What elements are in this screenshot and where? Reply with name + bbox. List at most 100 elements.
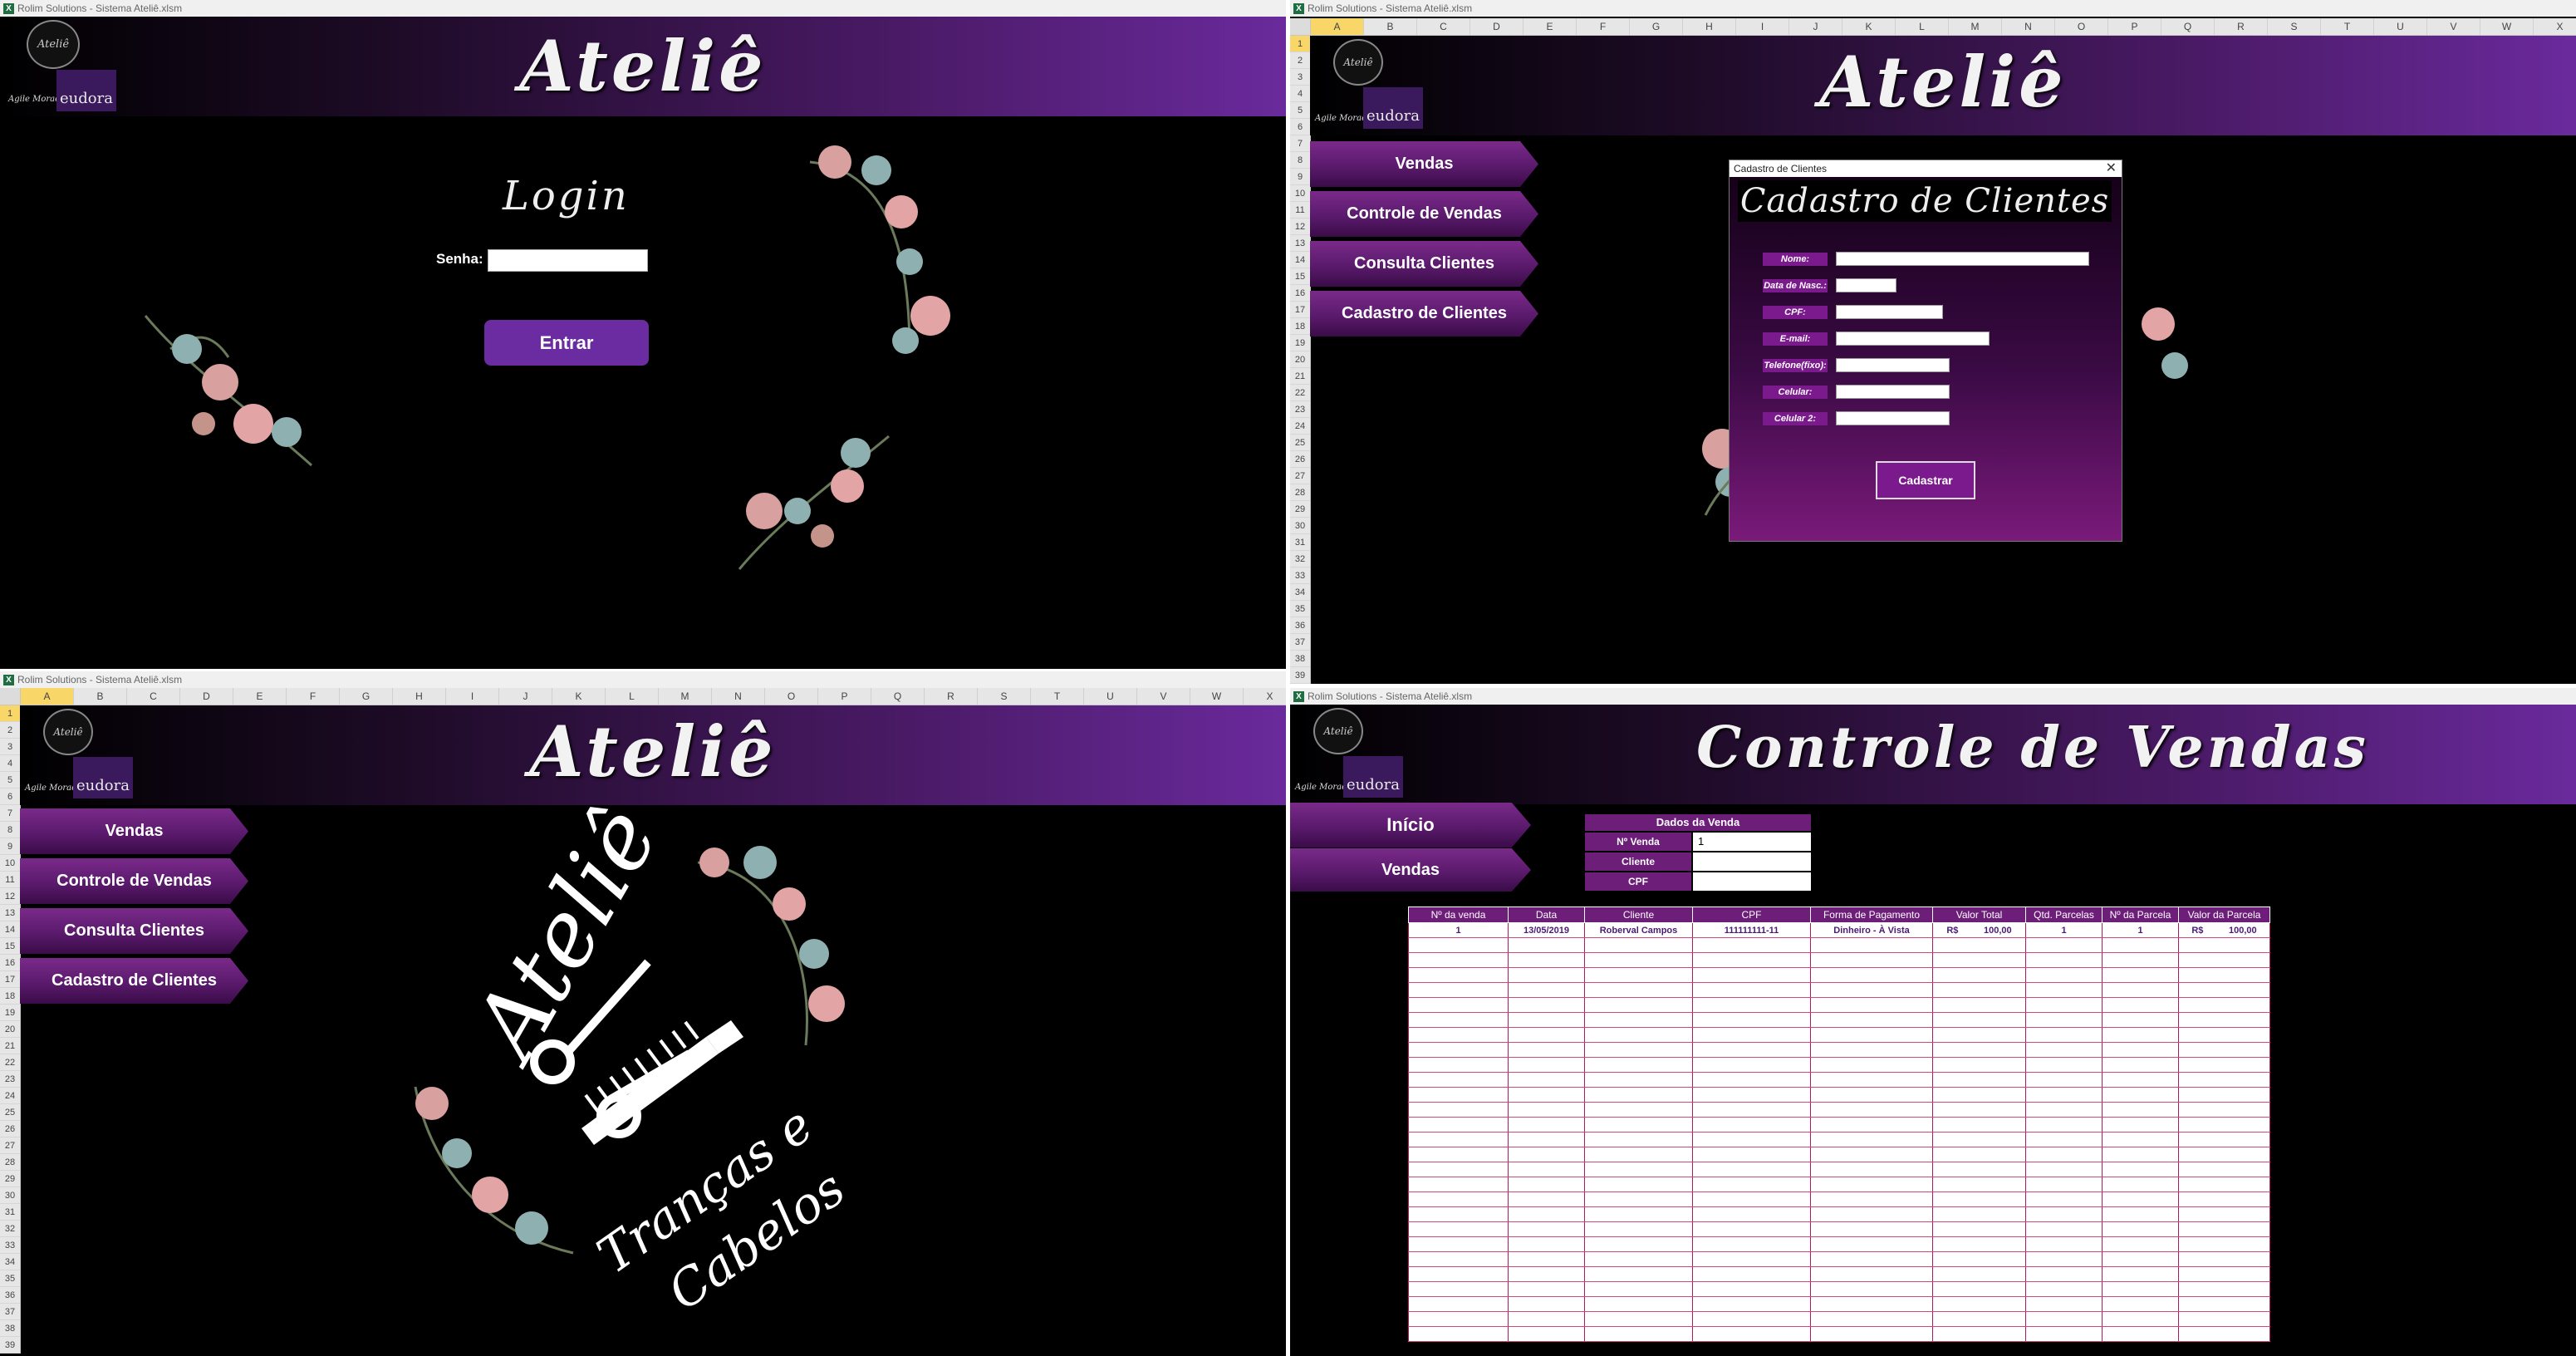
table-cell[interactable] (1692, 1177, 1811, 1192)
table-cell[interactable] (1932, 937, 2026, 953)
table-row[interactable] (1408, 1251, 2270, 1267)
table-cell[interactable] (2025, 1191, 2103, 1207)
row-header[interactable]: 18 (1290, 318, 1310, 335)
table-row[interactable] (1408, 997, 2270, 1013)
table-cell[interactable] (2025, 952, 2103, 968)
table-cell[interactable] (1692, 1147, 1811, 1162)
table-cell[interactable] (1692, 1206, 1811, 1222)
table-cell[interactable] (1692, 1072, 1811, 1088)
column-header[interactable]: B (1364, 18, 1417, 35)
table-cell[interactable] (2025, 1236, 2103, 1252)
table-cell[interactable] (1584, 1117, 1693, 1132)
table-row[interactable]: 1 13/05/2019 Roberval Campos 111111111-1… (1408, 922, 2270, 938)
table-cell[interactable] (2102, 1102, 2179, 1118)
table-cell[interactable] (1692, 1057, 1811, 1073)
table-cell[interactable] (1584, 937, 1693, 953)
table-row[interactable] (1408, 1177, 2270, 1192)
table-cell[interactable] (1810, 1132, 1933, 1147)
table-cell[interactable] (1408, 1042, 1509, 1058)
column-header[interactable]: Q (871, 688, 925, 705)
table-cell[interactable] (2025, 1266, 2103, 1282)
table-cell[interactable] (1508, 997, 1585, 1013)
row-header[interactable]: 26 (1290, 451, 1310, 468)
table-cell[interactable] (1584, 1177, 1693, 1192)
table-cell[interactable] (2025, 1177, 2103, 1192)
table-cell[interactable] (2102, 1296, 2179, 1312)
column-header[interactable]: B (74, 688, 127, 705)
table-cell[interactable] (1810, 1236, 1933, 1252)
table-cell[interactable] (2178, 967, 2270, 983)
table-cell[interactable] (1932, 1132, 2026, 1147)
row-header[interactable]: 17 (0, 971, 20, 988)
column-header[interactable]: O (765, 688, 818, 705)
table-cell[interactable] (2102, 1311, 2179, 1327)
table-cell[interactable] (1692, 1102, 1811, 1118)
table-cell[interactable] (2178, 1251, 2270, 1267)
table-cell[interactable]: R$ 100,00 (2178, 922, 2270, 938)
table-cell[interactable] (2025, 1117, 2103, 1132)
table-cell[interactable] (2025, 1221, 2103, 1237)
row-header[interactable]: 34 (1290, 584, 1310, 601)
column-header[interactable]: I (1736, 18, 1789, 35)
column-header[interactable]: L (1896, 18, 1949, 35)
table-cell[interactable] (1932, 1042, 2026, 1058)
table-cell[interactable] (1584, 1206, 1693, 1222)
table-cell[interactable] (2102, 1266, 2179, 1282)
table-row[interactable] (1408, 1221, 2270, 1237)
table-cell[interactable] (1692, 1087, 1811, 1103)
table-cell[interactable] (1932, 1162, 2026, 1177)
table-cell[interactable] (1692, 1132, 1811, 1147)
table-cell[interactable] (1584, 1236, 1693, 1252)
table-cell[interactable] (1584, 982, 1693, 998)
table-cell[interactable] (1508, 1311, 1585, 1327)
table-cell[interactable] (1508, 1042, 1585, 1058)
table-cell[interactable] (1408, 1206, 1509, 1222)
table-cell[interactable] (2178, 1177, 2270, 1192)
row-header[interactable]: 1 (1290, 36, 1310, 52)
table-cell[interactable] (1508, 937, 1585, 953)
celular-input[interactable] (1836, 385, 1950, 399)
column-header[interactable]: G (1630, 18, 1683, 35)
row-header[interactable]: 25 (1290, 435, 1310, 451)
table-cell[interactable] (2178, 1072, 2270, 1088)
table-cell[interactable] (2102, 982, 2179, 998)
table-cell[interactable] (1408, 1102, 1509, 1118)
table-cell[interactable] (1584, 1147, 1693, 1162)
column-header[interactable]: M (1949, 18, 2002, 35)
column-header[interactable]: C (1417, 18, 1470, 35)
table-cell[interactable] (1932, 1221, 2026, 1237)
column-header[interactable]: S (978, 688, 1031, 705)
table-cell[interactable] (1408, 1236, 1509, 1252)
column-header[interactable]: K (552, 688, 606, 705)
table-cell[interactable] (1408, 1251, 1509, 1267)
table-cell[interactable] (1932, 1251, 2026, 1267)
column-header[interactable]: G (340, 688, 393, 705)
table-cell[interactable] (2102, 1281, 2179, 1297)
table-cell[interactable] (1692, 967, 1811, 983)
column-header[interactable]: F (287, 688, 340, 705)
table-cell[interactable] (1508, 952, 1585, 968)
row-header[interactable]: 16 (0, 955, 20, 971)
table-cell[interactable] (2102, 1027, 2179, 1043)
column-header[interactable]: V (2427, 18, 2480, 35)
table-cell[interactable] (2025, 1326, 2103, 1342)
row-header[interactable]: 29 (1290, 501, 1310, 518)
row-header[interactable]: 12 (1290, 219, 1310, 235)
row-header[interactable]: 30 (1290, 518, 1310, 534)
table-cell[interactable] (1408, 982, 1509, 998)
cadastrar-button[interactable]: Cadastrar (1876, 461, 1975, 499)
table-cell[interactable] (2178, 1147, 2270, 1162)
table-cell[interactable] (2178, 1162, 2270, 1177)
table-cell[interactable] (1584, 1191, 1693, 1207)
table-cell[interactable] (2102, 1236, 2179, 1252)
row-header[interactable]: 6 (0, 789, 20, 805)
table-cell[interactable] (1584, 1012, 1693, 1028)
column-header[interactable]: H (393, 688, 446, 705)
column-header[interactable]: R (2215, 18, 2268, 35)
table-cell[interactable] (1584, 1087, 1693, 1103)
table-cell[interactable] (1408, 952, 1509, 968)
table-row[interactable] (1408, 1281, 2270, 1297)
row-header[interactable]: 33 (1290, 567, 1310, 584)
row-header[interactable]: 33 (0, 1237, 20, 1254)
column-header[interactable]: C (127, 688, 180, 705)
